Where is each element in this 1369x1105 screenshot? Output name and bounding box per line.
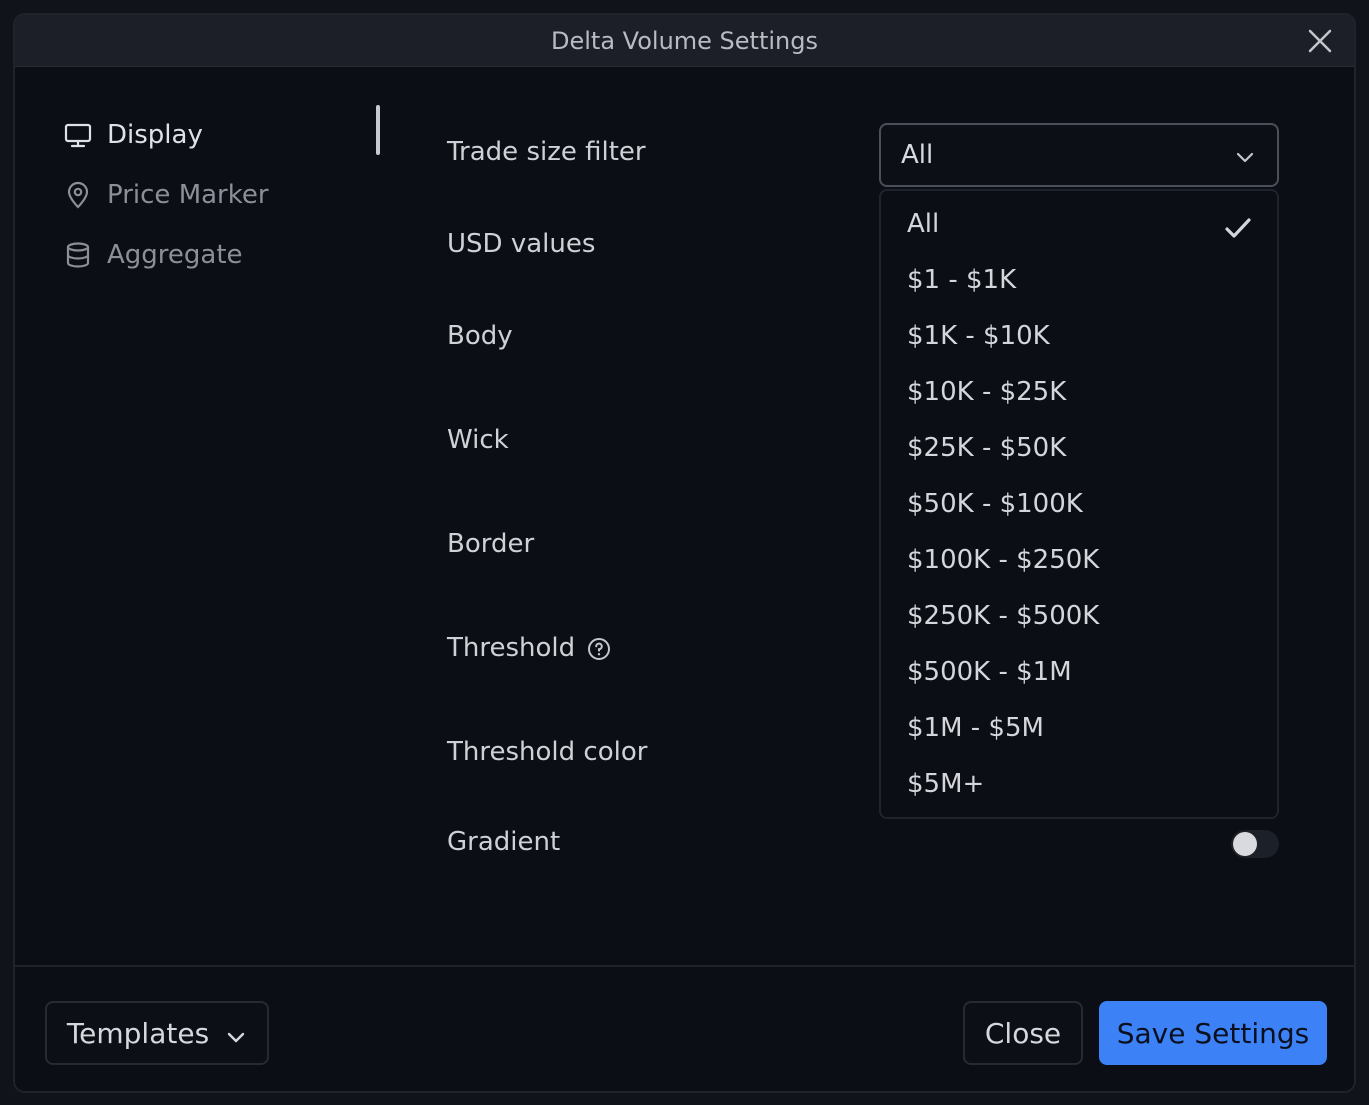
save-settings-button[interactable]: Save Settings bbox=[1099, 1001, 1327, 1065]
dialog-title: Delta Volume Settings bbox=[551, 27, 818, 55]
wick-label: Wick bbox=[447, 425, 509, 455]
dialog-titlebar: Delta Volume Settings bbox=[15, 15, 1354, 67]
sidebar: Display Price Marker Aggregate bbox=[63, 105, 383, 285]
trade-size-select-value: All bbox=[901, 140, 934, 170]
sidebar-active-indicator bbox=[376, 105, 380, 155]
sidebar-item-label: Aggregate bbox=[107, 240, 243, 270]
dropdown-option[interactable]: $1K - $10K bbox=[907, 321, 1267, 361]
monitor-icon bbox=[63, 120, 93, 150]
trade-size-dropdown: All $1 - $1K $1K - $10K $10K - $25K $25K… bbox=[879, 189, 1279, 819]
map-pin-icon bbox=[63, 180, 93, 210]
dropdown-option[interactable]: $100K - $250K bbox=[907, 545, 1267, 585]
threshold-row: Threshold bbox=[447, 633, 611, 663]
body-label: Body bbox=[447, 321, 513, 351]
templates-button-label: Templates bbox=[66, 1016, 210, 1050]
sidebar-item-aggregate[interactable]: Aggregate bbox=[63, 225, 383, 285]
dropdown-option[interactable]: $10K - $25K bbox=[907, 377, 1267, 417]
chevron-down-icon bbox=[1233, 145, 1257, 169]
sidebar-item-label: Display bbox=[107, 120, 203, 150]
gradient-label: Gradient bbox=[447, 827, 561, 857]
database-icon bbox=[63, 240, 93, 270]
trade-size-filter-label: Trade size filter bbox=[447, 137, 646, 167]
settings-dialog: Delta Volume Settings Display Price Mark… bbox=[13, 13, 1356, 1093]
dropdown-option[interactable]: $1M - $5M bbox=[907, 713, 1267, 753]
close-button[interactable]: Close bbox=[963, 1001, 1083, 1065]
dialog-footer: Templates Close Save Settings bbox=[15, 965, 1354, 1091]
dropdown-option[interactable]: $50K - $100K bbox=[907, 489, 1267, 529]
chevron-down-icon bbox=[225, 1022, 247, 1044]
close-icon[interactable] bbox=[1306, 27, 1334, 55]
sidebar-item-display[interactable]: Display bbox=[63, 105, 383, 165]
dropdown-option[interactable]: $500K - $1M bbox=[907, 657, 1267, 697]
threshold-label: Threshold bbox=[447, 633, 576, 663]
templates-button[interactable]: Templates bbox=[45, 1001, 269, 1065]
dropdown-option[interactable]: $25K - $50K bbox=[907, 433, 1267, 473]
sidebar-item-label: Price Marker bbox=[107, 180, 269, 210]
dropdown-option-all[interactable]: All bbox=[907, 209, 1267, 249]
border-label: Border bbox=[447, 529, 535, 559]
trade-size-select[interactable]: All bbox=[879, 123, 1279, 187]
gradient-toggle[interactable] bbox=[1231, 830, 1279, 858]
usd-values-label: USD values bbox=[447, 229, 596, 259]
threshold-color-label: Threshold color bbox=[447, 737, 648, 767]
check-icon bbox=[1223, 213, 1253, 243]
dropdown-option[interactable]: $250K - $500K bbox=[907, 601, 1267, 641]
dropdown-option[interactable]: $5M+ bbox=[907, 769, 1267, 809]
toggle-knob bbox=[1233, 832, 1257, 856]
dropdown-option[interactable]: $1 - $1K bbox=[907, 265, 1267, 305]
help-icon[interactable] bbox=[587, 637, 611, 661]
sidebar-item-price-marker[interactable]: Price Marker bbox=[63, 165, 383, 225]
